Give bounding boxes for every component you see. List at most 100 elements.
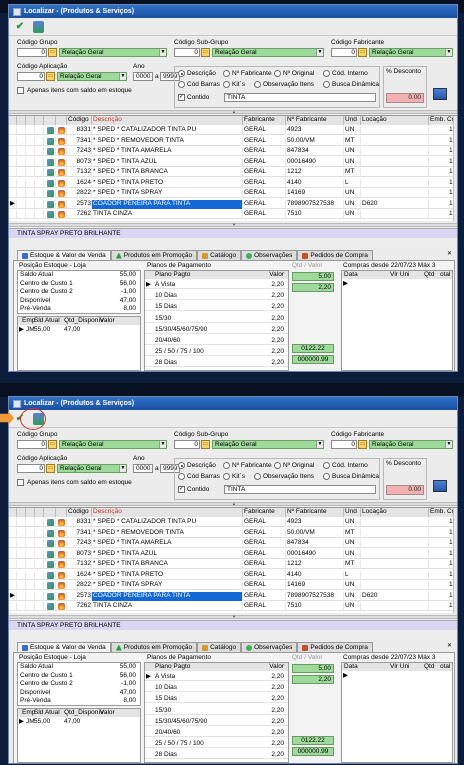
header-und[interactable]: Und [344,508,361,517]
radio-interno[interactable] [323,70,330,77]
qtd-field[interactable]: 5,00 [292,272,334,281]
table-row[interactable]: 8073* SPED * TINTA AZULGERAL00016490UN1,… [9,549,457,559]
table-row[interactable]: 1624* SPED * TINTA PRETOGERAL4140L1,0 [9,570,457,580]
header-loc[interactable]: Locação [361,116,429,125]
saldo-checkbox[interactable] [17,87,24,94]
codigo-grupo-input[interactable]: 0 [17,440,47,449]
planos-header-valor[interactable]: Valor [269,271,284,279]
table-row[interactable]: 7132* SPED * TINTA BRANCAGERAL1212MT1,0 [9,168,457,177]
header-nfab[interactable]: Nº Fabricante [286,116,344,125]
search-input[interactable]: TINTA [224,93,376,102]
radio-original[interactable] [274,462,281,469]
plano-row[interactable]: 15/30/45/60/75/90 2,20 [145,326,288,334]
compras-header-cell[interactable]: otal [440,271,450,279]
qtd-field[interactable]: 5,00 [292,664,334,673]
lookup-folder-icon[interactable]: ▭ [201,48,210,57]
table-row[interactable]: 7341 * SPED * REMOVEDOR TINTA GERAL 50.00/V… [9,136,457,146]
contido-checkbox[interactable]: ✓ [178,486,185,493]
table-row[interactable]: ▶ 2573 COADOR PENEIRA PARA TINTA GERAL 78989… [9,199,457,209]
table-row[interactable]: 7341 * SPED * REMOVEDOR TINTA GERAL 50.00/V… [9,528,457,538]
fabricante-dropdown[interactable]: Relação Geral ▼ [369,48,453,57]
plano-row[interactable]: 10 Dias 2,20 [145,684,288,693]
plano-row[interactable]: 15 Dias 2,20 [145,303,288,312]
subgrupo-dropdown[interactable]: Relação Geral ▼ [212,440,324,449]
compras-empty-row[interactable]: ▶ [342,280,452,288]
tab-pedidos[interactable]: Pedidos de Compra [297,642,373,652]
compras-empty-row[interactable]: ▶ [342,672,452,680]
header-blank[interactable] [56,508,67,517]
valor-field[interactable]: 2,20 [292,283,334,292]
tab-promocao[interactable]: Produtos em Promoção [110,250,198,260]
header-blank[interactable] [9,116,17,125]
table-row[interactable]: 8073* SPED * TINTA AZULGERAL00016490UN1,… [9,157,457,167]
table-row[interactable]: 7243* SPED * TINTA AMARELAGERAL847834UN1… [9,539,457,548]
tab-pedidos[interactable]: Pedidos de Compra [297,250,373,260]
empresa-header-cell[interactable]: Qtd_Disponív [64,709,103,717]
grid-scrollbar[interactable] [453,116,457,221]
plano-row[interactable]: 15/30 2,20 [145,315,288,323]
lookup-folder-icon[interactable]: ▭ [358,48,367,57]
codigo-subgrupo-input[interactable]: 0 [174,440,200,449]
plano-row[interactable]: ▶ A Vista 2,20 [145,673,288,681]
splitter-middle[interactable]: ▼ [9,223,457,227]
lookup-folder-icon[interactable]: ▭ [201,440,210,449]
header-descricao[interactable]: Descrição [92,116,243,125]
grupo-dropdown[interactable]: Relação Geral ▼ [59,48,167,57]
header-blank[interactable] [9,508,17,517]
subgrupo-dropdown[interactable]: Relação Geral ▼ [212,48,324,57]
header-blank[interactable] [44,116,56,125]
plano-row[interactable]: 20/40/60 2,20 [145,729,288,737]
header-codigo[interactable]: Código [67,508,92,517]
tab-estoque[interactable]: Estoque & Valor de Venda [17,642,111,652]
aplicacao-dropdown[interactable]: Relação Geral ▼ [57,72,127,81]
table-row[interactable]: ▶ 2573 COADOR PENEIRA PARA TINTA GERAL 78989… [9,591,457,601]
radio-busca[interactable] [323,473,330,480]
splitter-top[interactable]: ▲ [9,110,457,114]
radio-original[interactable] [274,70,281,77]
plano-row[interactable]: 10 Dias 2,20 [145,292,288,301]
radio-kits[interactable] [223,473,230,480]
tab-observacoes[interactable]: Observações [241,642,298,652]
table-row[interactable]: 1624* SPED * TINTA PRETOGERAL4140L1,0 [9,178,457,188]
tab-catalogo[interactable]: Catálogo [197,642,242,652]
radio-barras[interactable] [178,81,185,88]
contido-checkbox[interactable]: ✓ [178,94,185,101]
plano-row[interactable]: 28 Dias 2,20 [145,359,288,368]
table-row[interactable]: 8331 * SPED * CATALIZADOR TINTA PU GERAL 49… [9,126,457,135]
tab-observacoes[interactable]: Observações [241,250,298,260]
saldo-checkbox[interactable] [17,479,24,486]
header-und[interactable]: Und [344,116,361,125]
radio-barras[interactable] [178,473,185,480]
table-row[interactable]: 7262TINTA CINZAGERAL7510UN1,0 [9,602,457,611]
database-button[interactable] [33,412,44,425]
tab-catalogo[interactable]: Catálogo [197,250,242,260]
empresa-header-cell[interactable]: Qtd_Disponív [64,317,103,325]
empresa-header-cell[interactable]: Valor [100,317,115,325]
header-loc[interactable]: Locação [361,508,429,517]
empresa-header-cell[interactable]: Sld Atual [34,709,60,717]
plano-row[interactable]: 25 / 50 / 75 / 100 2,20 [145,740,288,749]
table-row[interactable]: 2822* SPED * TINTA SPRAYGERAL14169UN1,0 [9,189,457,198]
table-row[interactable]: 7132* SPED * TINTA BRANCAGERAL1212MT1,0 [9,560,457,569]
empresa-header-cell[interactable]: Valor [100,709,115,717]
lookup-folder-icon[interactable]: ▭ [48,48,57,57]
radio-obs[interactable] [254,81,261,88]
grid-scrollbar[interactable] [453,508,457,613]
codigo-aplicacao-input[interactable]: 0 [17,72,45,81]
confirm-check-button[interactable]: ✔ [13,412,27,426]
table-row[interactable]: 7243* SPED * TINTA AMARELAGERAL847834UN1… [9,147,457,156]
grupo-dropdown[interactable]: Relação Geral ▼ [59,440,167,449]
plano-row[interactable]: 28 Dias 2,20 [145,751,288,760]
empresa-row[interactable]: ▶ JM 55,00 47,00 [18,718,140,726]
radio-kits[interactable] [223,81,230,88]
database-button[interactable] [33,20,44,33]
tab-estoque[interactable]: Estoque & Valor de Venda [17,250,111,260]
header-blank[interactable] [26,116,35,125]
codigo-aplicacao-input[interactable]: 0 [17,464,45,473]
planos-header-plano[interactable]: Plano Pagto [155,663,190,671]
header-descricao[interactable]: Descrição [92,508,243,517]
header-codigo[interactable]: Código [67,116,92,125]
tab-promocao[interactable]: Produtos em Promoção [110,642,198,652]
planos-header-valor[interactable]: Valor [269,663,284,671]
compras-header-cell[interactable]: Data [344,663,358,671]
